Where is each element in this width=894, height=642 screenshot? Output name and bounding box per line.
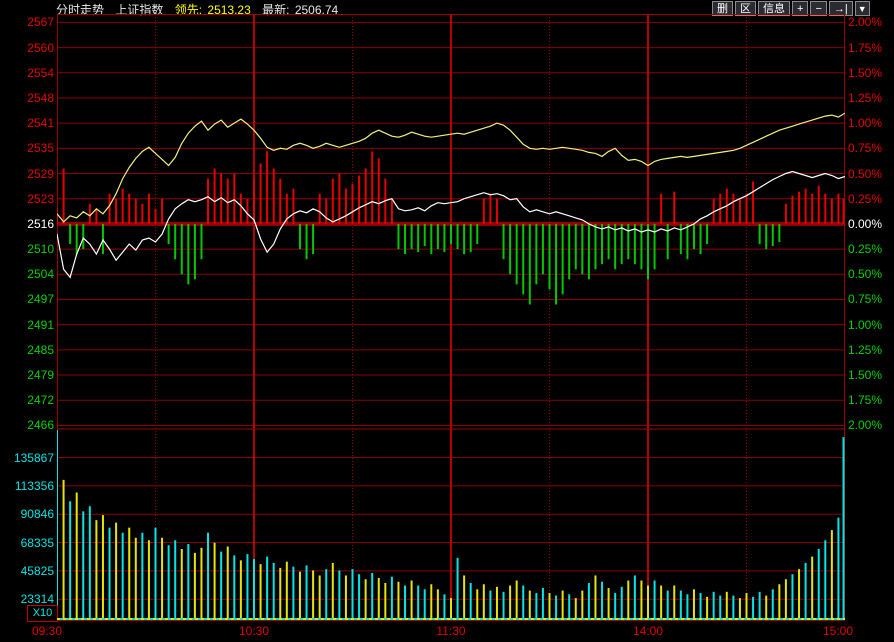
percent-axis-label: 1.25% bbox=[848, 343, 882, 357]
price-axis-label: 2516 bbox=[2, 217, 54, 231]
time-axis-label: 14:00 bbox=[633, 624, 663, 638]
percent-axis-label: 1.50% bbox=[848, 66, 882, 80]
intraday-chart[interactable] bbox=[57, 14, 845, 621]
percent-axis-label: 0.50% bbox=[848, 267, 882, 281]
price-axis-label: 2523 bbox=[2, 192, 54, 206]
percent-axis-label: 0.50% bbox=[848, 167, 882, 181]
price-axis-label: 2529 bbox=[2, 167, 54, 181]
percent-axis-label: 2.00% bbox=[848, 15, 882, 29]
percent-axis-label: 1.75% bbox=[848, 393, 882, 407]
volume-axis-label: 68335 bbox=[2, 536, 54, 550]
time-axis-label: 11:30 bbox=[436, 624, 465, 638]
volume-axis-label: 90846 bbox=[2, 507, 54, 521]
time-axis-label: 09:30 bbox=[32, 624, 62, 638]
trading-app-window: 分时走势 上证指数 领先: 2513.23 最新: 2506.74 删区信息+−… bbox=[0, 0, 894, 642]
price-axis-label: 2535 bbox=[2, 141, 54, 155]
percent-axis-label: 0.25% bbox=[848, 242, 882, 256]
percent-axis-label: 2.00% bbox=[848, 418, 882, 432]
time-axis-label: 10:30 bbox=[239, 624, 269, 638]
price-axis-label: 2554 bbox=[2, 66, 54, 80]
percent-axis-label: 1.00% bbox=[848, 116, 882, 130]
percent-axis-label: 1.75% bbox=[848, 41, 882, 55]
volume-multiplier-box: X10 bbox=[27, 605, 58, 622]
percent-axis-label: 1.25% bbox=[848, 91, 882, 105]
volume-axis-label: 45825 bbox=[2, 564, 54, 578]
price-axis-label: 2472 bbox=[2, 393, 54, 407]
percent-axis-label: 1.00% bbox=[848, 318, 882, 332]
percent-axis-label: 0.00% bbox=[848, 217, 882, 231]
time-axis-label: 15:00 bbox=[823, 624, 853, 638]
price-axis-label: 2504 bbox=[2, 267, 54, 281]
price-axis-label: 2497 bbox=[2, 292, 54, 306]
price-axis-label: 2567 bbox=[2, 15, 54, 29]
price-axis-label: 2541 bbox=[2, 116, 54, 130]
percent-axis-label: 0.75% bbox=[848, 292, 882, 306]
price-axis-label: 2548 bbox=[2, 91, 54, 105]
price-axis-label: 2510 bbox=[2, 242, 54, 256]
price-axis-label: 2491 bbox=[2, 318, 54, 332]
volume-axis-label: 113356 bbox=[2, 479, 54, 493]
dropdown-button[interactable]: ▼ bbox=[855, 1, 870, 16]
percent-axis-label: 0.75% bbox=[848, 141, 882, 155]
percent-axis-label: 0.25% bbox=[848, 192, 882, 206]
percent-axis-label: 1.50% bbox=[848, 368, 882, 382]
price-axis-label: 2485 bbox=[2, 343, 54, 357]
volume-axis-label: 135867 bbox=[2, 451, 54, 465]
price-axis-label: 2560 bbox=[2, 41, 54, 55]
price-axis-label: 2479 bbox=[2, 368, 54, 382]
volume-baseline-dashed bbox=[57, 618, 845, 620]
price-axis-label: 2466 bbox=[2, 418, 54, 432]
